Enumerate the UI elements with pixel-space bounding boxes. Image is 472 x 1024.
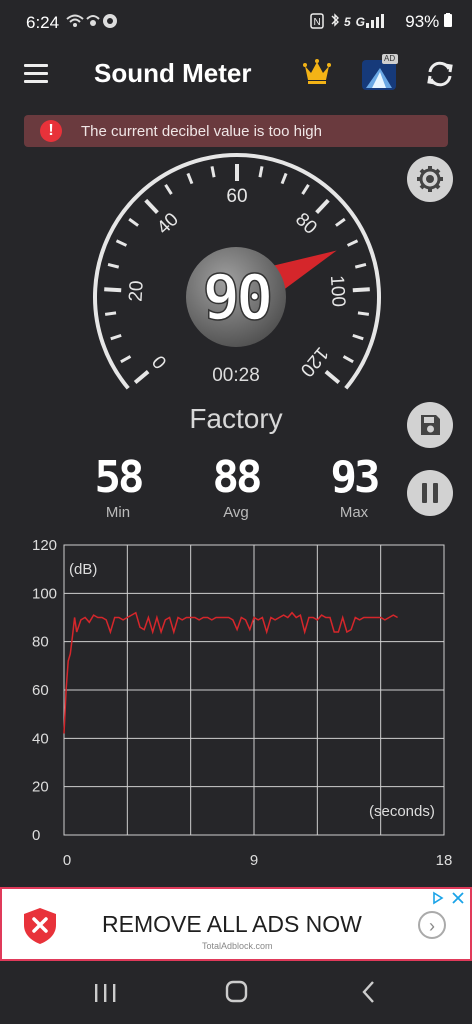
app-bar: Sound Meter AD bbox=[0, 46, 472, 106]
gauge-major-tick bbox=[352, 287, 370, 293]
gauge-minor-tick bbox=[164, 184, 173, 195]
chart-y-axis-label: (dB) bbox=[69, 561, 97, 578]
gauge-tick-label: 80 bbox=[291, 209, 321, 239]
adchoices-icon[interactable] bbox=[432, 891, 466, 908]
menu-icon[interactable] bbox=[24, 64, 48, 84]
stat-avg: 88 Avg bbox=[186, 452, 286, 522]
wifi-icon bbox=[66, 14, 117, 28]
gauge-major-tick bbox=[104, 287, 122, 293]
gauge-minor-tick bbox=[342, 355, 354, 364]
refresh-icon[interactable] bbox=[424, 58, 456, 90]
gauge-minor-tick bbox=[128, 217, 139, 227]
app-title: Sound Meter bbox=[94, 58, 252, 88]
max-value: 93 bbox=[330, 452, 381, 503]
gauge-knob: 90 bbox=[186, 247, 286, 347]
adchoices-glyphs bbox=[433, 891, 464, 905]
gauge-minor-tick bbox=[210, 166, 216, 178]
gauge-minor-tick bbox=[352, 333, 364, 341]
current-decibel-value: 90 bbox=[203, 261, 270, 334]
min-value: 58 bbox=[94, 452, 145, 503]
gauge-tick-label: 40 bbox=[153, 209, 183, 239]
gauge-minor-tick bbox=[186, 172, 194, 185]
home-icon[interactable] bbox=[224, 979, 250, 1005]
status-time: 6:24 bbox=[26, 13, 60, 32]
gauge-minor-tick bbox=[115, 239, 128, 247]
alert-text: The current decibel value is too high bbox=[81, 123, 322, 140]
adblock-shield-icon bbox=[24, 908, 56, 944]
status-bar: 6:24 N 5G 93% bbox=[0, 0, 472, 46]
ad-subtext: TotalAdblock.com bbox=[202, 941, 273, 951]
gauge-minor-tick bbox=[301, 184, 310, 195]
gauge-minor-tick bbox=[120, 355, 132, 364]
avg-value: 88 bbox=[212, 452, 263, 503]
gauge-major-tick bbox=[144, 198, 159, 214]
gauge-tick-label: 60 bbox=[226, 186, 247, 207]
stat-max: 93 Max bbox=[304, 452, 404, 522]
gauge-minor-tick bbox=[280, 172, 288, 185]
chart-y-tick-label: 120 bbox=[32, 537, 57, 554]
gauge-minor-tick bbox=[258, 166, 264, 178]
chart-y-tick-label: 0 bbox=[32, 827, 40, 844]
chart-y-tick-label: 20 bbox=[32, 779, 49, 796]
min-label: Min bbox=[105, 504, 131, 521]
ad-arrow-button[interactable]: › bbox=[418, 911, 446, 939]
chart-x-tick-label: 0 bbox=[63, 852, 71, 869]
gauge-minor-tick bbox=[104, 311, 117, 316]
gauge-minor-tick bbox=[335, 217, 346, 227]
chart-x-tick-label: 18 bbox=[436, 852, 453, 869]
gauge-minor-tick bbox=[110, 333, 122, 341]
svg-text:N: N bbox=[314, 17, 326, 28]
max-label: Max bbox=[339, 504, 369, 521]
gauge-tick-label: 100 bbox=[326, 275, 349, 308]
signal-icon: N 5G bbox=[310, 13, 384, 29]
gauge-value-display: 90 bbox=[186, 247, 286, 347]
chart-y-tick-label: 60 bbox=[32, 682, 49, 699]
battery-percent: 93% bbox=[405, 12, 440, 31]
stat-min: 58 Min bbox=[68, 452, 168, 522]
decibel-alert-banner: ! The current decibel value is too high bbox=[24, 115, 448, 147]
gauge-minor-tick bbox=[354, 262, 367, 269]
ad-headline: REMOVE ALL ADS NOW bbox=[102, 911, 362, 937]
chart-y-tick-label: 80 bbox=[32, 634, 49, 651]
chevron-right-icon: › bbox=[429, 916, 435, 936]
gauge-major-tick bbox=[315, 198, 330, 214]
system-nav-bar bbox=[0, 962, 472, 1024]
pause-icon bbox=[422, 483, 438, 503]
avg-label: Avg bbox=[223, 504, 249, 521]
status-notification-icons bbox=[66, 13, 118, 32]
battery-icon bbox=[444, 13, 452, 27]
elapsed-time: 00:28 bbox=[212, 365, 260, 386]
status-system-icons: N 5G bbox=[310, 13, 400, 32]
environment-label[interactable]: Factory bbox=[0, 403, 472, 435]
ad-banner[interactable]: REMOVE ALL ADS NOW TotalAdblock.com › bbox=[0, 887, 472, 961]
back-icon[interactable] bbox=[358, 979, 380, 1005]
settings-button[interactable] bbox=[407, 156, 453, 202]
crown-icon[interactable] bbox=[302, 58, 332, 86]
gauge-minor-tick bbox=[107, 262, 120, 269]
gauge-minor-tick bbox=[346, 239, 359, 247]
gauge-tick-label: 20 bbox=[126, 280, 148, 302]
ad-app-icon[interactable]: AD bbox=[362, 54, 398, 90]
battery-indicator: 93% bbox=[405, 12, 452, 32]
chart-series-line bbox=[63, 611, 398, 734]
alert-icon: ! bbox=[40, 120, 62, 142]
chart-y-tick-label: 100 bbox=[32, 585, 57, 602]
chart-x-tick-label: 9 bbox=[250, 852, 258, 869]
decibel-history-chart: 0 20 40 60 80 100 120 0 9 18 (dB) (seconds) bbox=[32, 537, 453, 869]
gear-icon bbox=[417, 166, 443, 192]
chart-y-tick-label: 40 bbox=[32, 730, 49, 747]
gauge-minor-tick bbox=[357, 311, 370, 316]
chart-x-axis-label: (seconds) bbox=[369, 803, 435, 820]
pause-button[interactable] bbox=[407, 470, 453, 516]
ad-badge: AD bbox=[384, 54, 396, 63]
recent-apps-icon[interactable] bbox=[92, 980, 118, 1004]
